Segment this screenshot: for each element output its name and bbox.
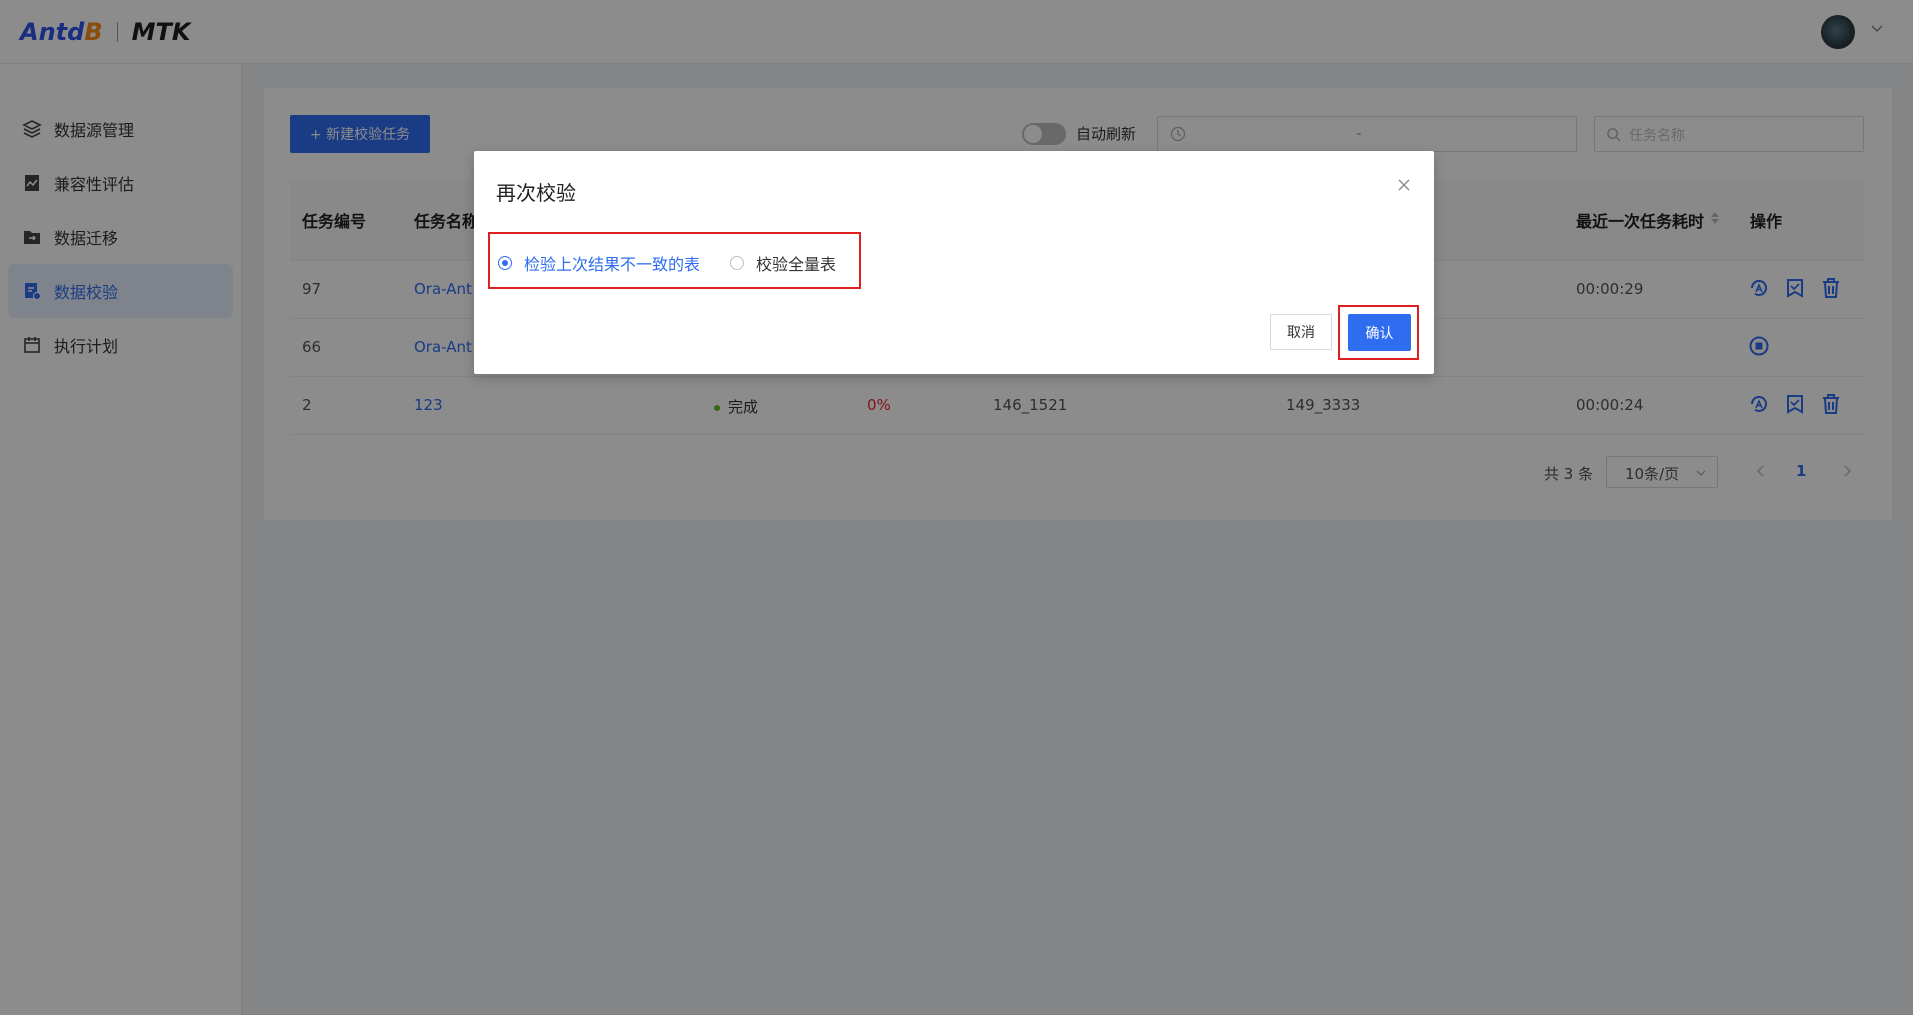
radio-circle bbox=[498, 256, 512, 270]
close-icon[interactable] bbox=[1396, 177, 1412, 193]
radio-circle bbox=[730, 256, 744, 270]
radio-label: 检验上次结果不一致的表 bbox=[524, 255, 701, 274]
revalidate-dialog: 再次校验 检验上次结果不一致的表 校验全量表 取消 确认 bbox=[474, 151, 1434, 374]
validation-mode-radio-group: 检验上次结果不一致的表 校验全量表 bbox=[488, 232, 861, 289]
dialog-title: 再次校验 bbox=[496, 181, 576, 205]
cancel-button[interactable]: 取消 bbox=[1270, 314, 1332, 350]
confirm-button[interactable]: 确认 bbox=[1348, 314, 1411, 351]
radio-option-full[interactable]: 校验全量表 bbox=[730, 251, 836, 275]
radio-option-inconsistent[interactable]: 检验上次结果不一致的表 bbox=[498, 251, 700, 275]
radio-label: 校验全量表 bbox=[756, 255, 837, 274]
